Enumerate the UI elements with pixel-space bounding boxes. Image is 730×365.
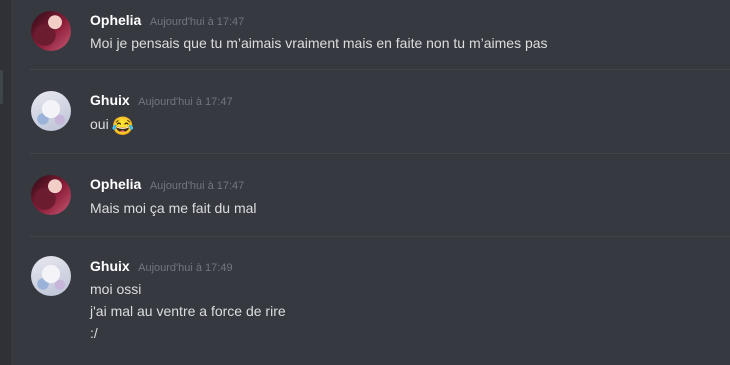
username[interactable]: Ophelia bbox=[90, 12, 141, 28]
message-text: :/ bbox=[90, 325, 98, 341]
channel-sidebar-edge bbox=[0, 0, 11, 365]
message-header: Ophelia Aujourd'hui à 17:47 bbox=[90, 12, 244, 30]
message-divider bbox=[30, 236, 730, 237]
username[interactable]: Ophelia bbox=[90, 176, 141, 192]
scroll-indicator[interactable] bbox=[0, 70, 3, 104]
avatar[interactable] bbox=[31, 175, 71, 215]
tears-of-joy-emoji-icon[interactable]: 😂 bbox=[112, 116, 134, 137]
message-divider bbox=[30, 69, 730, 70]
timestamp: Aujourd'hui à 17:49 bbox=[138, 262, 233, 274]
message-text: oui bbox=[90, 116, 109, 132]
timestamp: Aujourd'hui à 17:47 bbox=[149, 16, 245, 28]
message-header: Ghuix Aujourd'hui à 17:49 bbox=[90, 258, 233, 276]
message-list[interactable]: Ophelia Aujourd'hui à 17:47 Moi je pensa… bbox=[11, 0, 730, 365]
message-content: oui 😂 bbox=[90, 116, 134, 137]
message-header: Ophelia Aujourd'hui à 17:47 bbox=[90, 176, 244, 194]
message-text: Mais moi ça me fait du mal bbox=[90, 200, 257, 216]
avatar[interactable] bbox=[31, 91, 71, 131]
avatar[interactable] bbox=[31, 11, 71, 51]
message-text: moi ossi bbox=[90, 281, 142, 297]
timestamp: Aujourd'hui à 17:47 bbox=[149, 180, 245, 192]
timestamp: Aujourd'hui à 17:47 bbox=[138, 96, 233, 108]
message-divider bbox=[30, 153, 730, 154]
username[interactable]: Ghuix bbox=[90, 258, 130, 274]
avatar[interactable] bbox=[31, 256, 71, 296]
message-text: j'ai mal au ventre a force de rire bbox=[90, 303, 286, 319]
message-text: Moi je pensais que tu m’aimais vraiment … bbox=[90, 35, 548, 51]
username[interactable]: Ghuix bbox=[90, 92, 130, 108]
message-header: Ghuix Aujourd'hui à 17:47 bbox=[90, 92, 233, 110]
